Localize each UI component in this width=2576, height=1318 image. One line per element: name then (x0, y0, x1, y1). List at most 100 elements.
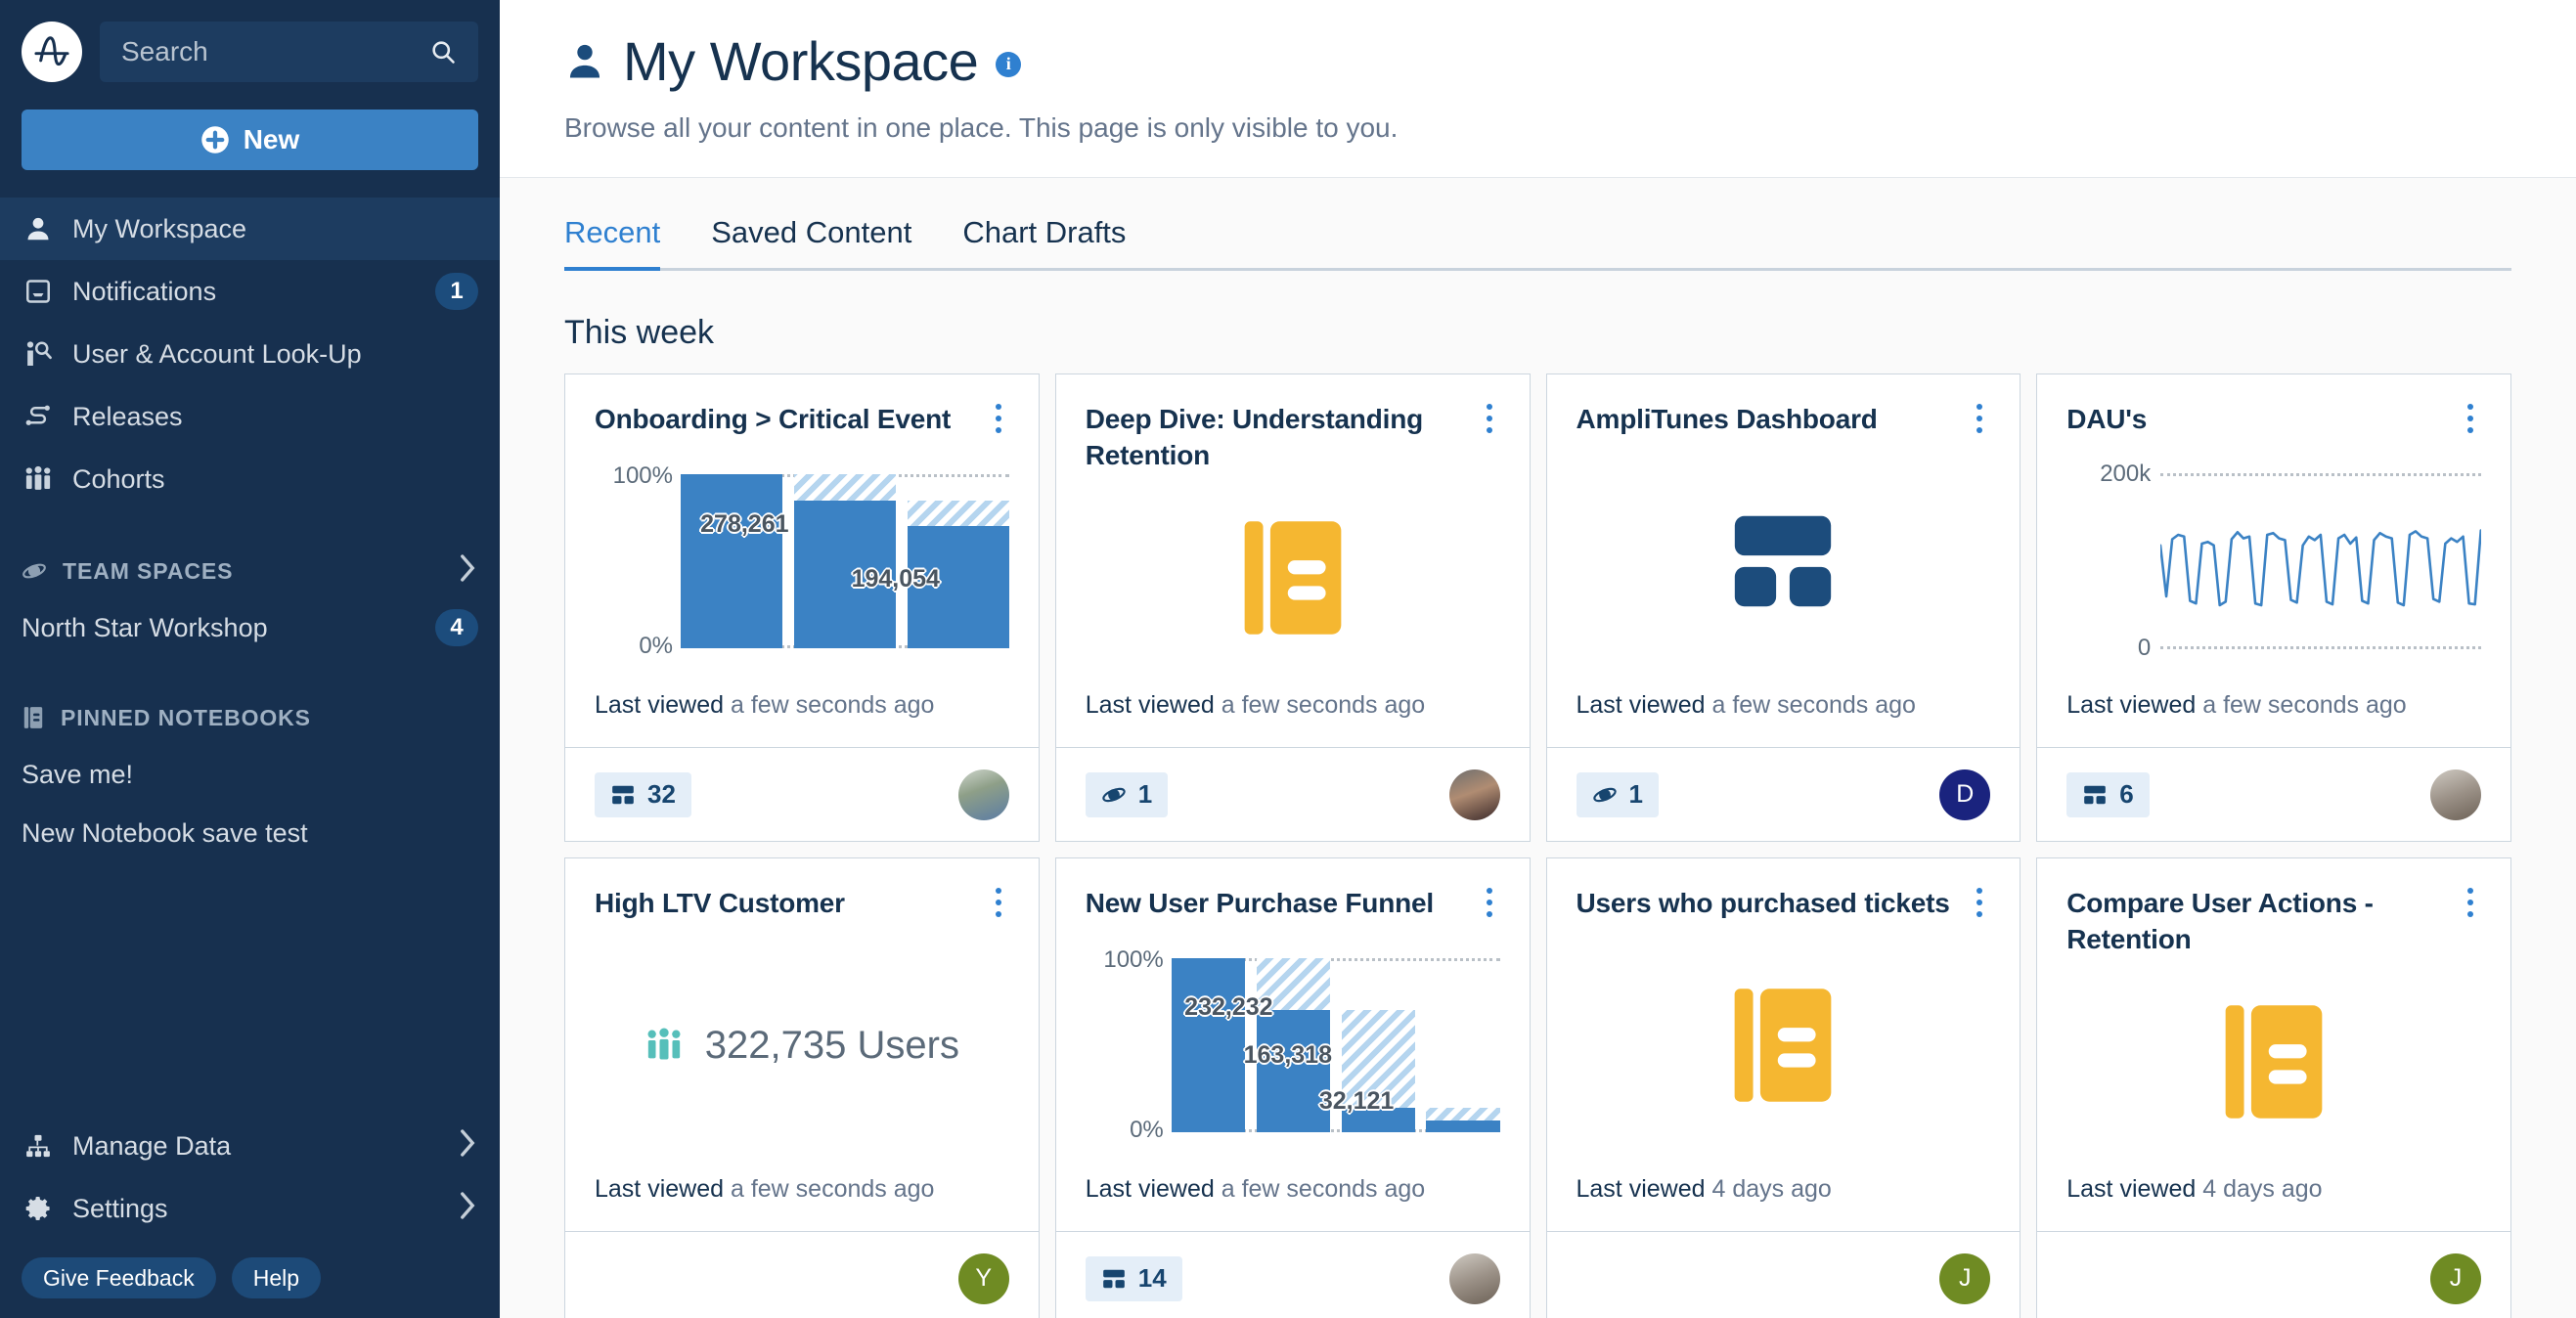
last-viewed-label: Last viewed (1085, 691, 1215, 719)
give-feedback-button[interactable]: Give Feedback (22, 1257, 216, 1298)
sidebar-item-manage-data[interactable]: Manage Data (0, 1115, 500, 1177)
card-footer: 14 (1055, 1231, 1530, 1318)
last-viewed-label: Last viewed (1576, 1175, 1706, 1203)
person-search-icon (22, 339, 55, 369)
line-series (2160, 473, 2481, 649)
y-tick-top: 100% (612, 462, 673, 489)
card-body: Users who purchased tickets Last viewed … (1547, 858, 2021, 1231)
card-visualization: 200k 0 (2066, 441, 2481, 681)
chevron-right-icon[interactable] (457, 553, 478, 589)
kebab-menu-icon[interactable] (1969, 886, 1990, 925)
y-tick-bottom: 0% (1130, 1117, 1164, 1143)
avatar[interactable]: J (2430, 1252, 2481, 1304)
kebab-menu-icon[interactable] (988, 402, 1009, 441)
card-footer: 1 (1055, 747, 1530, 841)
sidebar-item-notifications[interactable]: Notifications 1 (0, 260, 500, 323)
dashboard-count-chip[interactable]: 32 (595, 771, 691, 817)
people-group-icon (644, 1026, 684, 1065)
content-card[interactable]: Users who purchased tickets Last viewed … (1545, 857, 2021, 1318)
page-header: My Workspace i Browse all your content i… (500, 0, 2576, 178)
avatar[interactable] (957, 769, 1009, 820)
content-card[interactable]: New User Purchase Funnel 100% 0% 232,232… (1054, 857, 1531, 1318)
bar (1426, 958, 1500, 1132)
sidebar-item-releases[interactable]: Releases (0, 385, 500, 448)
sidebar-section-team-spaces[interactable]: TEAM SPACES (0, 544, 500, 598)
section-title: This week (564, 314, 715, 351)
tab-recent[interactable]: Recent (564, 215, 686, 271)
sidebar-item-save-me[interactable]: Save me! (0, 745, 500, 804)
plot-area: 232,232 163,318 32,121 (1171, 958, 1500, 1132)
dashboard-icon (610, 782, 636, 808)
sidebar-section-pinned-notebooks: PINNED NOTEBOOKS (0, 690, 500, 745)
sidebar-item-cohorts[interactable]: Cohorts (0, 448, 500, 510)
sidebar-item-north-star-workshop[interactable]: North Star Workshop 4 (0, 598, 500, 657)
chip-count: 6 (2119, 779, 2134, 809)
notebook-icon (1730, 984, 1836, 1107)
chevron-right-icon[interactable] (457, 1191, 478, 1227)
sidebar-item-label: My Workspace (72, 213, 247, 243)
tabs-wrap: Recent Saved Content Chart Drafts (500, 178, 2576, 271)
chevron-right-icon[interactable] (457, 1128, 478, 1164)
dashboard-count-chip[interactable]: 14 (1085, 1255, 1182, 1301)
avatar[interactable] (1448, 769, 1500, 820)
last-viewed-value: 4 days ago (2202, 1175, 2323, 1203)
sidebar-item-settings[interactable]: Settings (0, 1177, 500, 1240)
sidebar-item-my-workspace[interactable]: My Workspace (0, 198, 500, 260)
content-card[interactable]: Compare User Actions - Retention Last vi… (2036, 857, 2511, 1318)
bar-row (681, 474, 1009, 648)
last-viewed-label: Last viewed (2066, 1175, 2197, 1203)
card-body: Compare User Actions - Retention Last vi… (2037, 858, 2510, 1231)
card-header: DAU's (2066, 402, 2481, 441)
search-input[interactable]: Search (100, 22, 478, 82)
last-viewed-value: a few seconds ago (1221, 691, 1426, 719)
tab-chart-drafts[interactable]: Chart Drafts (937, 215, 1151, 268)
team-space-count-chip[interactable]: 1 (1085, 771, 1169, 817)
sidebar-item-label: Manage Data (72, 1130, 232, 1161)
card-visualization (2066, 958, 2481, 1165)
card-title: Onboarding > Critical Event (595, 404, 952, 434)
section-label: PINNED NOTEBOOKS (61, 704, 311, 730)
help-button[interactable]: Help (231, 1257, 322, 1298)
content-card[interactable]: DAU's 200k 0 Last viewed a few seconds a… (2036, 373, 2511, 842)
card-title: Deep Dive: Understanding Retention (1085, 404, 1424, 470)
line-chart: 200k 0 (2066, 461, 2481, 661)
page-title-text: My Workspace (623, 30, 979, 92)
card-last-viewed: Last viewed a few seconds ago (595, 681, 1009, 747)
avatar[interactable]: D (1939, 769, 1991, 820)
card-last-viewed: Last viewed a few seconds ago (1086, 1165, 1500, 1231)
content-card[interactable]: Onboarding > Critical Event 100% 0% 278,… (564, 373, 1040, 842)
plus-circle-icon (200, 125, 230, 154)
person-icon (564, 41, 605, 82)
content-card[interactable]: Deep Dive: Understanding Retention Last … (1054, 373, 1531, 842)
kebab-menu-icon[interactable] (2460, 886, 2481, 925)
kebab-menu-icon[interactable] (988, 886, 1009, 925)
info-icon[interactable]: i (996, 51, 1022, 77)
new-button[interactable]: New (22, 110, 478, 170)
kebab-menu-icon[interactable] (1479, 886, 1500, 925)
bar-chart: 100% 0% 278,261 194,054 (595, 462, 1009, 659)
page-title: My Workspace i (564, 29, 2511, 93)
amplitude-logo-icon[interactable] (22, 22, 82, 82)
content-card[interactable]: High LTV Customer 322,735 Users Last vie… (564, 857, 1040, 1318)
tab-saved-content[interactable]: Saved Content (686, 215, 937, 268)
team-space-count-chip[interactable]: 1 (1576, 771, 1659, 817)
card-last-viewed: Last viewed a few seconds ago (595, 1165, 1009, 1231)
kebab-menu-icon[interactable] (1479, 402, 1500, 441)
card-title: Compare User Actions - Retention (2066, 888, 2374, 954)
new-button-label: New (243, 124, 300, 154)
last-viewed-value: a few seconds ago (730, 691, 935, 719)
sidebar-item-new-notebook-save-test[interactable]: New Notebook save test (0, 804, 500, 862)
avatar[interactable]: J (1939, 1252, 1991, 1304)
sidebar-item-user-account-lookup[interactable]: User & Account Look-Up (0, 323, 500, 385)
search-icon[interactable] (429, 38, 457, 66)
last-viewed-value: a few seconds ago (1711, 691, 1916, 719)
avatar[interactable] (2430, 769, 2481, 820)
avatar[interactable] (1448, 1252, 1500, 1304)
kebab-menu-icon[interactable] (1969, 402, 1990, 441)
last-viewed-label: Last viewed (595, 1175, 725, 1203)
kebab-menu-icon[interactable] (2460, 402, 2481, 441)
content-card[interactable]: AmpliTunes Dashboard Last viewed a few s… (1545, 373, 2021, 842)
card-visualization (1086, 474, 1500, 681)
avatar[interactable]: Y (957, 1252, 1009, 1304)
dashboard-count-chip[interactable]: 6 (2066, 771, 2150, 817)
